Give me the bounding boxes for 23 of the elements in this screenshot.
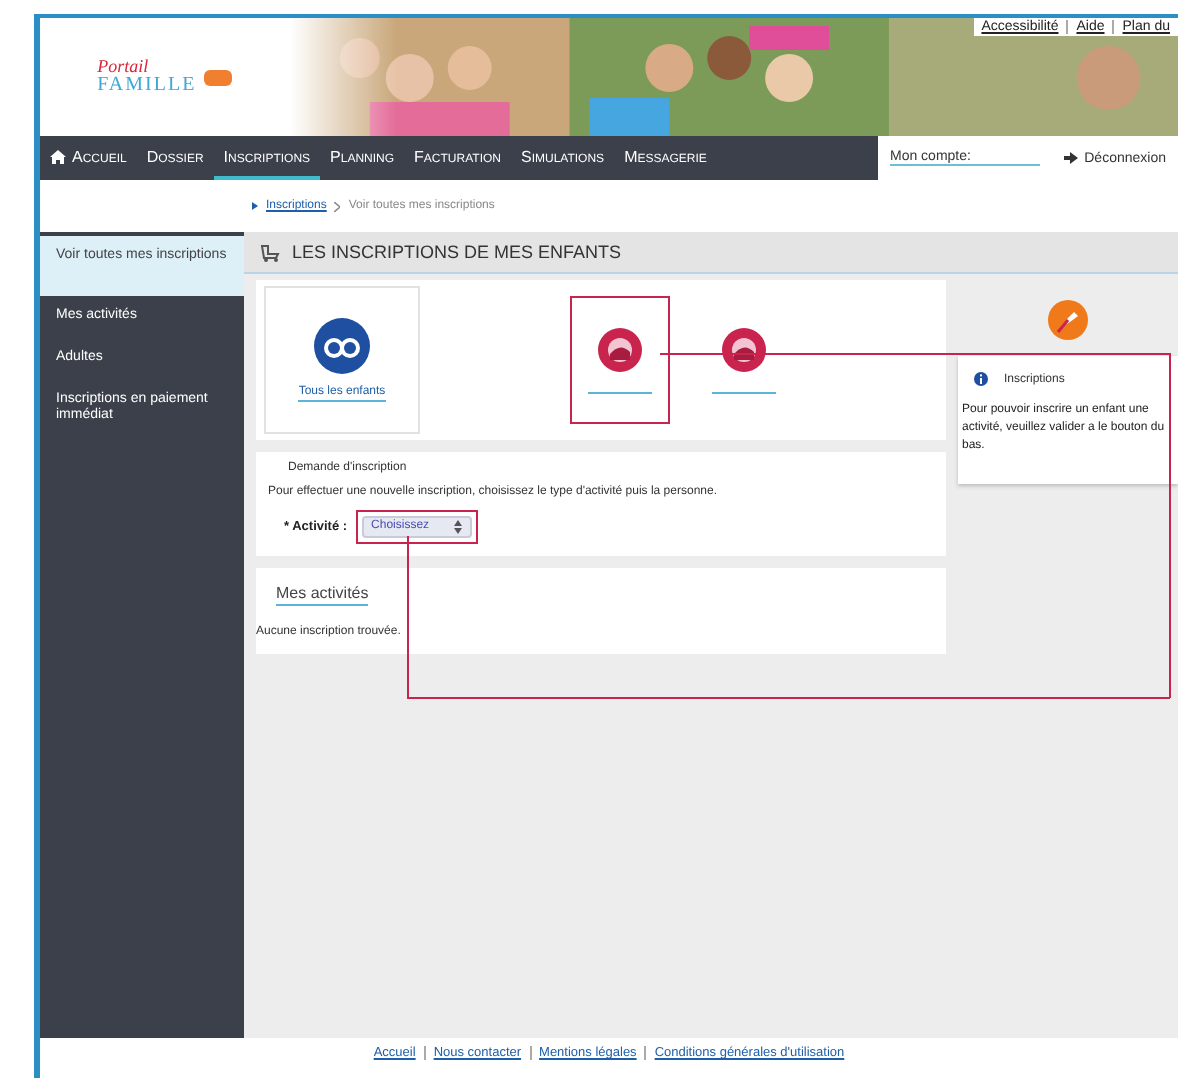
child-avatar-icon xyxy=(722,327,766,371)
info-icon xyxy=(974,372,988,386)
nav-tab[interactable]: Planning xyxy=(320,136,405,180)
page-title: LES INSCRIPTIONS DE MES ENFANTS xyxy=(292,242,622,262)
logout-icon xyxy=(1064,152,1079,164)
card-title: Mes activités xyxy=(276,584,369,606)
bullet-icon xyxy=(252,202,258,210)
child-avatar-icon xyxy=(598,327,642,371)
chip-icon xyxy=(204,69,233,85)
child-tile[interactable] xyxy=(572,298,668,422)
home-icon xyxy=(50,149,66,163)
spinner-icon xyxy=(453,520,462,534)
nav-tab[interactable]: Dossier xyxy=(136,136,214,180)
nav-tab[interactable]: Messagerie xyxy=(614,136,717,180)
logo-script: Portail xyxy=(97,58,151,76)
pin-icon xyxy=(1048,300,1088,340)
nav-tab[interactable]: Accueil xyxy=(40,136,137,180)
logo-text: FAMILLE xyxy=(97,76,197,96)
children-group-icon xyxy=(314,318,370,374)
chevron-icon xyxy=(334,201,341,211)
nav-tab[interactable]: Simulations xyxy=(511,136,615,180)
nav-tab[interactable]: Facturation xyxy=(404,136,511,180)
nav-tab[interactable]: Inscriptions xyxy=(213,136,321,180)
